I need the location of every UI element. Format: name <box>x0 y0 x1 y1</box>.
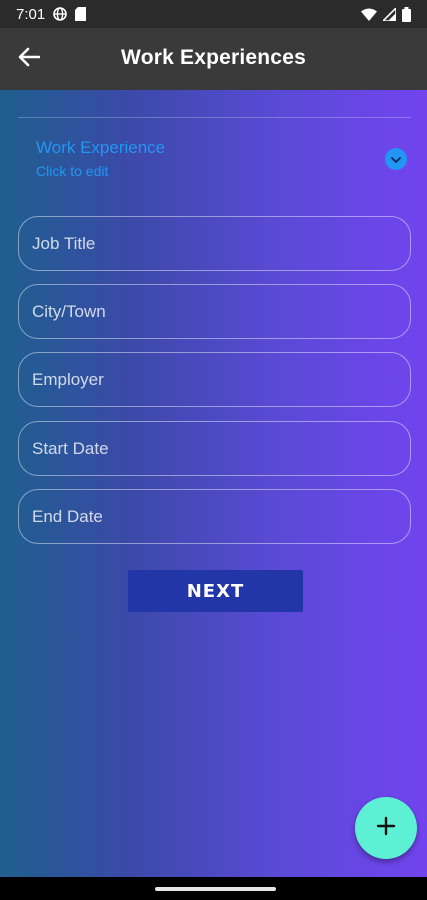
status-bar: 7:01 <box>0 0 427 28</box>
job-title-input[interactable] <box>18 216 411 271</box>
battery-icon <box>402 6 411 22</box>
work-experience-section-header[interactable]: Work Experience Click to edit <box>18 130 411 182</box>
globe-icon <box>53 7 68 21</box>
divider <box>18 117 411 118</box>
employer-input[interactable] <box>18 352 411 407</box>
system-nav-bar <box>0 877 427 900</box>
status-time: 7:01 <box>16 5 46 23</box>
expand-toggle-button[interactable] <box>385 148 407 170</box>
wifi-icon <box>361 8 377 21</box>
section-subtitle: Click to edit <box>36 163 109 179</box>
start-date-input[interactable] <box>18 421 411 476</box>
status-right <box>361 6 427 22</box>
add-experience-fab[interactable] <box>355 797 417 859</box>
signal-icon <box>383 7 396 21</box>
next-button[interactable]: NEXT <box>128 570 303 612</box>
city-town-input[interactable] <box>18 284 411 339</box>
app-bar: Work Experiences <box>0 28 427 90</box>
plus-icon <box>376 816 396 841</box>
page-title: Work Experiences <box>121 46 306 69</box>
main-content: Work Experience Click to edit NEXT <box>0 90 427 877</box>
status-left: 7:01 <box>0 5 87 23</box>
sim-card-icon <box>75 7 87 21</box>
end-date-input[interactable] <box>18 489 411 544</box>
chevron-down-icon <box>391 150 401 168</box>
section-title: Work Experience <box>36 138 166 157</box>
home-indicator[interactable] <box>155 887 276 891</box>
